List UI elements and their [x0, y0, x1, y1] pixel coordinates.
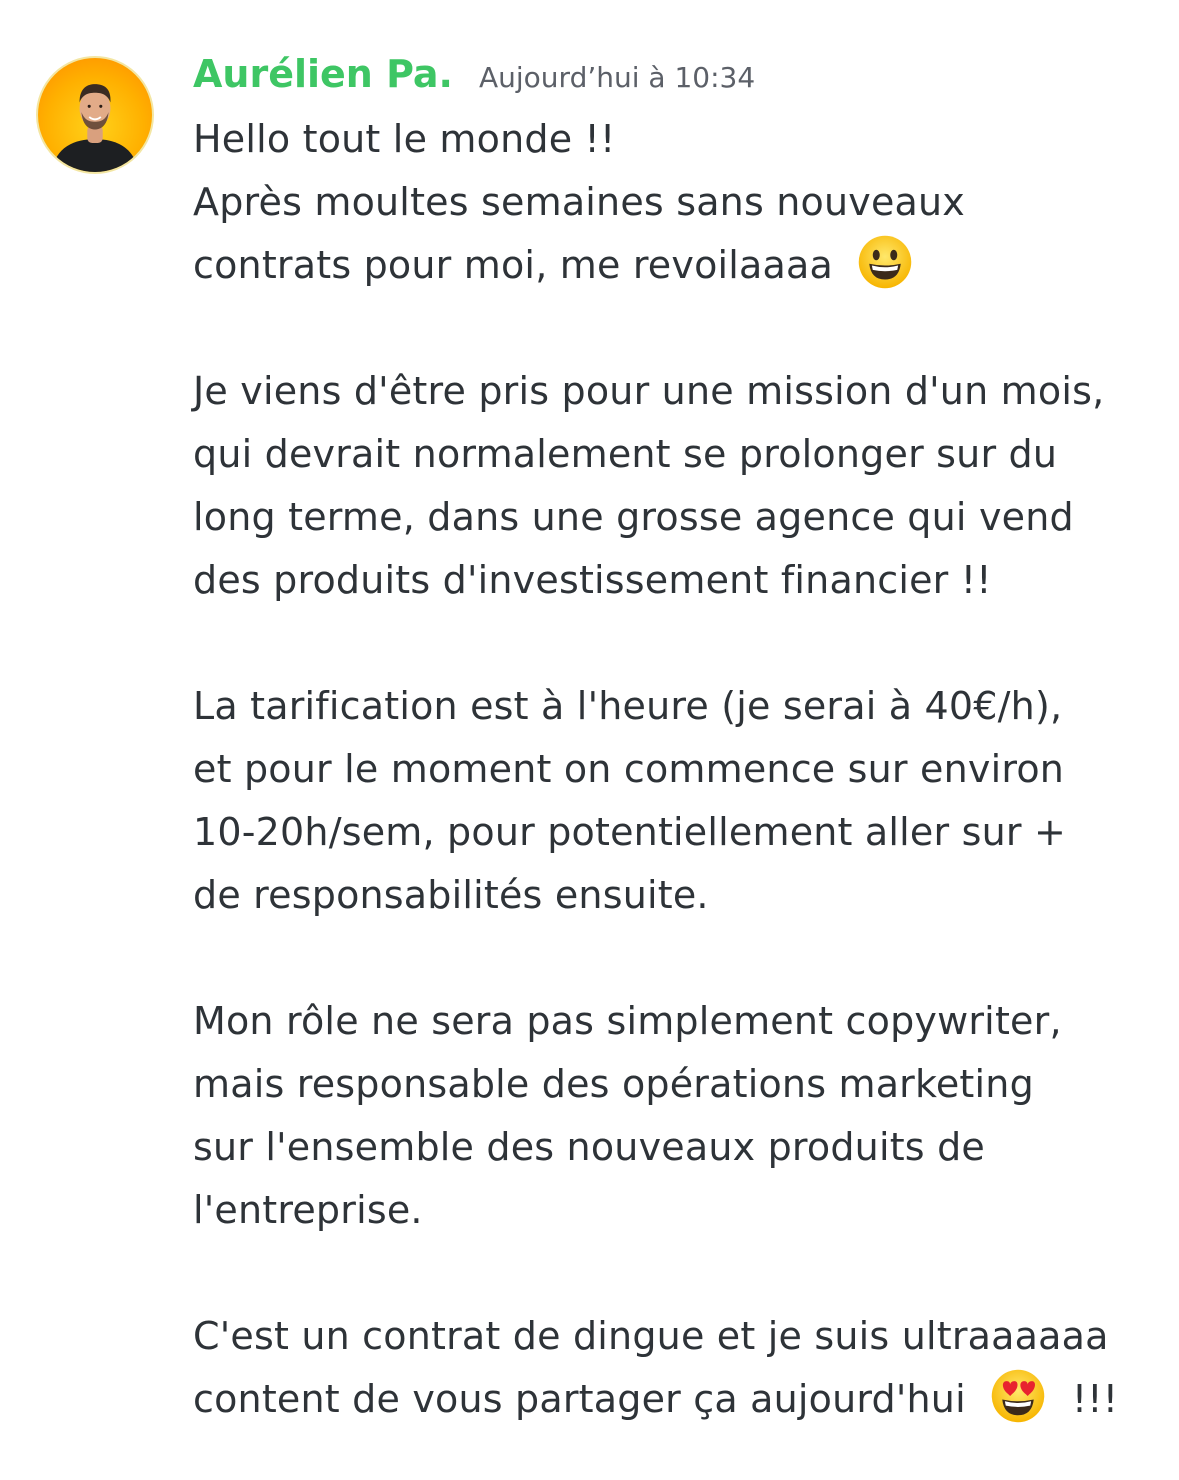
message-line: Mon rôle ne sera pas simplement copywrit…: [193, 999, 1062, 1043]
message-line: C'est un contrat de dingue et je suis ul…: [193, 1314, 1109, 1358]
message-line: de responsabilités ensuite.: [193, 873, 709, 917]
author-name[interactable]: Aurélien Pa.: [193, 52, 453, 96]
message-line: Je viens d'être pris pour une mission d'…: [193, 369, 1105, 413]
message-line: 10-20h/sem, pour potentiellement aller s…: [193, 810, 1067, 854]
heart-eyes-emoji-icon: [990, 1368, 1046, 1424]
message-line: des produits d'investissement financier …: [193, 558, 992, 602]
chat-message: Aurélien Pa. Aujourd’hui à 10:34 Hello t…: [0, 0, 1179, 1480]
message-line: et pour le moment on commence sur enviro…: [193, 747, 1065, 791]
avatar-photo-icon: [51, 84, 139, 172]
message-line: contrats pour moi, me revoilaaaa: [193, 234, 1163, 297]
message-line: Hello tout le monde !!: [193, 117, 616, 161]
message-line: content de vous partager ça aujourd'hui!…: [193, 1368, 1163, 1431]
message-timestamp[interactable]: Aujourd’hui à 10:34: [479, 61, 755, 94]
message-content: Hello tout le monde !! Après moultes sem…: [193, 108, 1163, 1431]
message-header: Aurélien Pa. Aujourd’hui à 10:34: [193, 52, 755, 104]
message-line: La tarification est à l'heure (je serai …: [193, 684, 1063, 728]
avatar[interactable]: [36, 56, 154, 174]
message-line-text: !!!: [1071, 1377, 1119, 1421]
message-line: Après moultes semaines sans nouveaux: [193, 180, 965, 224]
message-line: mais responsable des opérations marketin…: [193, 1062, 1034, 1106]
message-line: qui devrait normalement se prolonger sur…: [193, 432, 1058, 476]
grinning-face-emoji-icon: [857, 234, 913, 290]
message-line-text: contrats pour moi, me revoilaaaa: [193, 243, 833, 287]
message-line: long terme, dans une grosse agence qui v…: [193, 495, 1074, 539]
message-line: sur l'ensemble des nouveaux produits de: [193, 1125, 985, 1169]
message-line-text: content de vous partager ça aujourd'hui: [193, 1377, 966, 1421]
message-line: l'entreprise.: [193, 1188, 423, 1232]
